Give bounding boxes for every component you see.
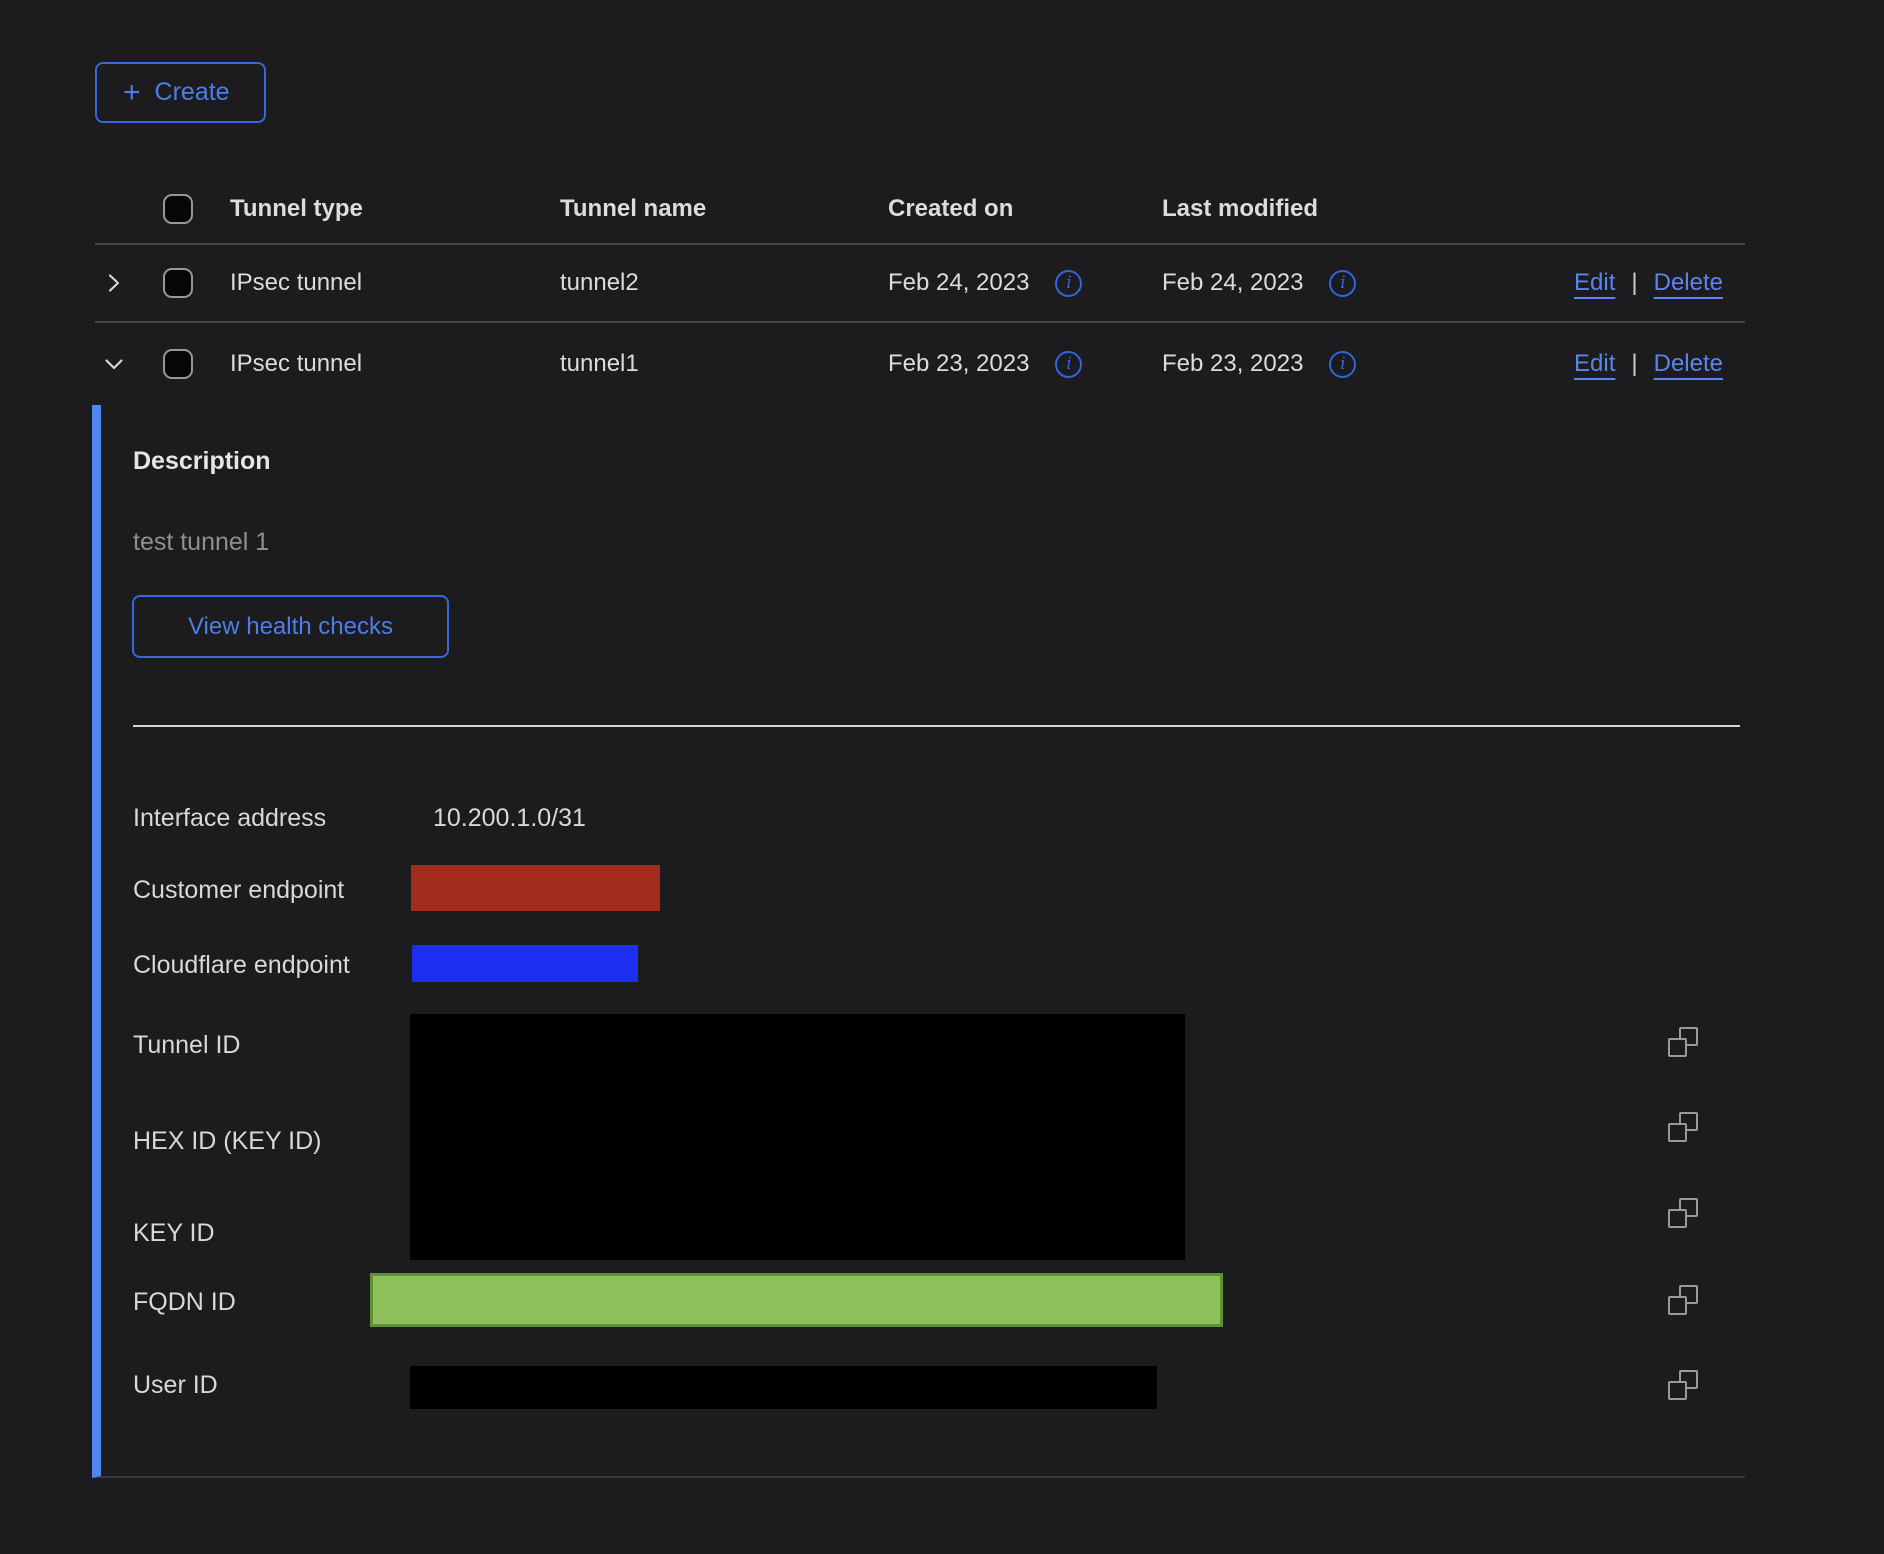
table-row-tunnel2: IPsec tunnel tunnel2 Feb 24, 2023 i Feb …: [95, 245, 1745, 323]
actions-separator: |: [1631, 269, 1637, 297]
fqdn-id-redacted-value: [370, 1273, 1223, 1327]
key-id-label: KEY ID: [133, 1218, 215, 1248]
info-icon[interactable]: i: [1329, 351, 1356, 378]
last-modified-value: Feb 23, 2023: [1162, 350, 1303, 378]
create-button[interactable]: + Create: [95, 62, 266, 123]
copy-fqdn-id-button[interactable]: [1668, 1285, 1698, 1315]
tunnel-type-cell: IPsec tunnel: [230, 269, 560, 297]
interface-address-value: 10.200.1.0/31: [433, 803, 586, 833]
copy-hex-id-button[interactable]: [1668, 1112, 1698, 1142]
tunnel-hex-key-id-redacted-value: [410, 1014, 1185, 1260]
info-icon-glyph: i: [1340, 275, 1345, 292]
info-icon[interactable]: i: [1329, 270, 1356, 297]
copy-icon: [1668, 1285, 1698, 1315]
cloudflare-endpoint-redacted-value: [412, 945, 638, 982]
col-header-tunnel-name: Tunnel name: [560, 195, 888, 223]
tunnel-name-cell: tunnel1: [560, 350, 888, 378]
chevron-down-icon: [103, 353, 125, 375]
view-health-checks-button[interactable]: View health checks: [132, 595, 449, 658]
copy-icon: [1668, 1370, 1698, 1400]
row-checkbox[interactable]: [163, 349, 193, 379]
interface-address-label: Interface address: [133, 803, 326, 833]
col-header-tunnel-type: Tunnel type: [230, 195, 560, 223]
tunnels-table: Tunnel type Tunnel name Created on Last …: [95, 175, 1745, 405]
delete-link[interactable]: Delete: [1654, 269, 1723, 297]
user-id-redacted-value: [410, 1366, 1157, 1409]
copy-icon: [1668, 1027, 1698, 1057]
info-icon[interactable]: i: [1055, 270, 1082, 297]
copy-tunnel-id-button[interactable]: [1668, 1027, 1698, 1057]
last-modified-value: Feb 24, 2023: [1162, 269, 1303, 297]
create-button-label: Create: [155, 78, 230, 107]
copy-key-id-button[interactable]: [1668, 1198, 1698, 1228]
expand-row-button[interactable]: [103, 272, 125, 294]
customer-endpoint-redacted-value: [411, 865, 660, 911]
tunnel-name-cell: tunnel2: [560, 269, 888, 297]
edit-link[interactable]: Edit: [1574, 269, 1615, 297]
description-label: Description: [133, 447, 271, 476]
section-divider: [133, 725, 1740, 727]
tunnel-type-cell: IPsec tunnel: [230, 350, 560, 378]
fqdn-id-label: FQDN ID: [133, 1287, 236, 1317]
chevron-right-icon: [103, 272, 125, 294]
row-checkbox[interactable]: [163, 268, 193, 298]
plus-icon: +: [123, 78, 141, 108]
copy-user-id-button[interactable]: [1668, 1370, 1698, 1400]
col-header-last-modified: Last modified: [1162, 195, 1525, 223]
customer-endpoint-label: Customer endpoint: [133, 875, 344, 905]
info-icon[interactable]: i: [1055, 351, 1082, 378]
collapse-row-button[interactable]: [103, 353, 125, 375]
col-header-created-on: Created on: [888, 195, 1162, 223]
info-icon-glyph: i: [1066, 356, 1071, 373]
edit-link[interactable]: Edit: [1574, 350, 1615, 378]
info-icon-glyph: i: [1066, 275, 1071, 292]
created-on-value: Feb 23, 2023: [888, 350, 1029, 378]
copy-icon: [1668, 1198, 1698, 1228]
copy-icon: [1668, 1112, 1698, 1142]
table-row-tunnel1: IPsec tunnel tunnel1 Feb 23, 2023 i Feb …: [95, 323, 1745, 405]
hex-id-label: HEX ID (KEY ID): [133, 1126, 321, 1156]
created-on-value: Feb 24, 2023: [888, 269, 1029, 297]
tunnel-id-label: Tunnel ID: [133, 1030, 240, 1060]
table-header-row: Tunnel type Tunnel name Created on Last …: [95, 175, 1745, 245]
select-all-checkbox[interactable]: [163, 194, 193, 224]
expanded-tunnel-detail: Description test tunnel 1 View health ch…: [92, 405, 1745, 1478]
description-value: test tunnel 1: [133, 528, 269, 557]
user-id-label: User ID: [133, 1370, 218, 1400]
cloudflare-endpoint-label: Cloudflare endpoint: [133, 950, 350, 980]
info-icon-glyph: i: [1340, 356, 1345, 373]
actions-separator: |: [1631, 350, 1637, 378]
delete-link[interactable]: Delete: [1654, 350, 1723, 378]
